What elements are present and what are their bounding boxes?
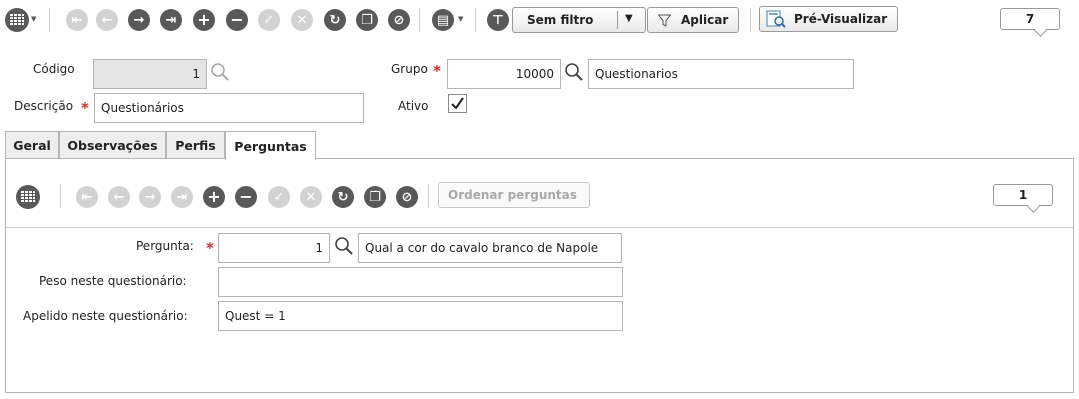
pergunta-description-field: Qual a cor do cavalo branco de Napole bbox=[358, 233, 622, 263]
copy-icon[interactable]: ❐ bbox=[356, 9, 378, 31]
first-record-icon: ⇤ bbox=[66, 9, 88, 31]
grupo-description-field: Questionarios bbox=[588, 59, 854, 89]
preview-button[interactable]: Pré-Visualizar bbox=[759, 6, 898, 32]
add-record-icon[interactable]: + bbox=[193, 9, 215, 31]
copy-icon[interactable]: ❐ bbox=[364, 186, 386, 208]
required-asterisk: * bbox=[206, 239, 214, 257]
search-icon[interactable] bbox=[564, 62, 584, 82]
next-record-icon[interactable]: → bbox=[128, 9, 150, 31]
filter-select[interactable]: Sem filtro ▼ bbox=[512, 7, 646, 33]
refresh-icon[interactable]: ↻ bbox=[332, 186, 354, 208]
next-record-icon: → bbox=[139, 186, 161, 208]
ativo-checkbox[interactable] bbox=[448, 94, 467, 113]
pergunta-label: Pergunta: bbox=[136, 239, 194, 253]
funnel-icon bbox=[658, 14, 671, 27]
apply-filter-label: Aplicar bbox=[681, 13, 729, 27]
tab-perguntas[interactable]: Perguntas bbox=[225, 131, 316, 160]
codigo-label: Código bbox=[33, 62, 75, 76]
cancel-icon: ✕ bbox=[300, 186, 322, 208]
grid-icon[interactable] bbox=[16, 185, 40, 209]
order-questions-button: Ordenar perguntas bbox=[438, 182, 590, 208]
toolbar-divider bbox=[60, 184, 61, 208]
filter-select-value: Sem filtro bbox=[527, 13, 594, 27]
checkmark-icon bbox=[451, 97, 464, 110]
last-record-icon: ⇥ bbox=[171, 186, 193, 208]
apply-filter-button[interactable]: Aplicar bbox=[647, 7, 739, 33]
document-icon[interactable]: ▤ bbox=[432, 9, 454, 31]
chevron-down-icon: ▼ bbox=[625, 13, 633, 24]
attach-icon[interactable]: ⊘ bbox=[388, 9, 410, 31]
confirm-icon: ✓ bbox=[268, 186, 290, 208]
search-icon[interactable] bbox=[210, 62, 230, 82]
previous-record-icon: ← bbox=[108, 186, 130, 208]
refresh-icon[interactable]: ↻ bbox=[324, 9, 346, 31]
grupo-field[interactable]: 10000 bbox=[447, 59, 561, 89]
codigo-field[interactable]: 1 bbox=[93, 59, 207, 89]
ativo-label: Ativo bbox=[398, 99, 429, 113]
grid-menu-icon[interactable] bbox=[5, 8, 29, 32]
tab-geral[interactable]: Geral bbox=[5, 131, 59, 158]
required-asterisk: * bbox=[81, 99, 89, 117]
apelido-label: Apelido neste questionário: bbox=[23, 309, 188, 323]
section-divider bbox=[6, 227, 1073, 228]
toolbar-divider bbox=[428, 184, 429, 208]
toolbar-divider bbox=[475, 8, 476, 32]
chevron-down-icon[interactable]: ▼ bbox=[458, 15, 463, 23]
toolbar-divider bbox=[49, 8, 50, 32]
remove-record-icon[interactable]: − bbox=[226, 9, 248, 31]
toolbar-divider bbox=[750, 8, 751, 32]
first-record-icon: ⇤ bbox=[76, 186, 98, 208]
pergunta-field[interactable]: 1 bbox=[218, 233, 330, 263]
required-asterisk: * bbox=[433, 62, 441, 80]
chevron-down-icon[interactable]: ▼ bbox=[31, 15, 36, 23]
last-record-icon[interactable]: ⇥ bbox=[160, 9, 182, 31]
peso-label: Peso neste questionário: bbox=[39, 274, 187, 288]
apelido-field[interactable]: Quest = 1 bbox=[218, 301, 623, 331]
sub-record-counter[interactable]: 1 bbox=[993, 184, 1053, 206]
preview-label: Pré-Visualizar bbox=[794, 12, 888, 26]
grupo-label: Grupo bbox=[391, 62, 428, 76]
filter-icon[interactable]: ⊤ bbox=[487, 9, 509, 31]
remove-record-icon[interactable]: − bbox=[235, 186, 257, 208]
search-icon[interactable] bbox=[334, 236, 354, 256]
toolbar-divider bbox=[419, 8, 420, 32]
peso-field[interactable] bbox=[218, 267, 623, 297]
tab-observacoes[interactable]: Observações bbox=[59, 131, 166, 158]
cancel-icon: ✕ bbox=[291, 9, 313, 31]
record-counter[interactable]: 7 bbox=[1000, 8, 1060, 30]
descricao-field[interactable]: Questionários bbox=[94, 93, 364, 123]
preview-icon bbox=[766, 10, 786, 28]
attach-icon[interactable]: ⊘ bbox=[396, 186, 418, 208]
confirm-icon: ✓ bbox=[258, 9, 280, 31]
select-divider bbox=[617, 11, 618, 29]
tab-perfis[interactable]: Perfis bbox=[166, 131, 225, 158]
previous-record-icon: ← bbox=[96, 9, 118, 31]
descricao-label: Descrição bbox=[14, 99, 74, 113]
add-record-icon[interactable]: + bbox=[203, 186, 225, 208]
